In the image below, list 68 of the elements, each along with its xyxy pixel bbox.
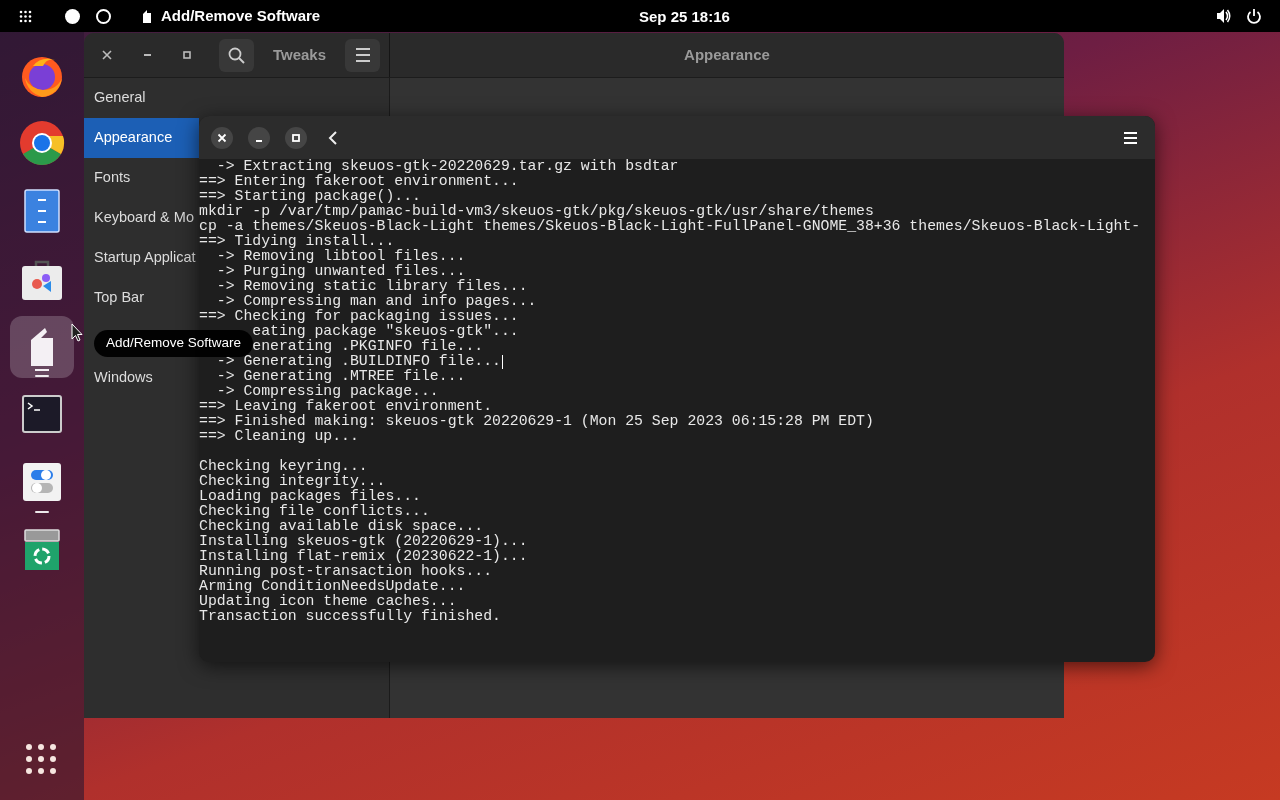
sidebar-item[interactable]: Keyboard & Mo: [84, 198, 199, 238]
log-line: ==> Checking for packaging issues...: [199, 309, 519, 324]
log-line: ==> Cleaning up...: [199, 429, 359, 444]
sidebar-item[interactable]: Windows: [84, 358, 199, 398]
log-line: ==> Starting package()...: [199, 189, 421, 204]
minimize-button[interactable]: [248, 126, 270, 149]
log-line: Updating icon theme caches...: [199, 594, 457, 609]
log-line: -> Removing static library files...: [215, 279, 528, 294]
log-line: Checking file conflicts...: [199, 504, 430, 519]
volume-icon[interactable]: [1216, 8, 1232, 24]
app-menu[interactable]: Add/Remove Software: [141, 4, 321, 28]
minimize-icon: [143, 54, 151, 56]
page-title: Appearance: [684, 44, 770, 65]
sidebar-item[interactable]: Appearance: [84, 118, 199, 158]
log-line: Transaction successfully finished.: [199, 609, 501, 624]
clock[interactable]: Sep 25 18:16: [639, 6, 730, 29]
dock-app-button[interactable]: [10, 316, 74, 378]
grid-icon: [19, 9, 32, 23]
minimize-icon: [256, 139, 262, 142]
menu-icon: [354, 47, 371, 63]
log-line: Checking keyring...: [199, 459, 368, 474]
log-line: cp -a themes/Skeuos-Black-Light themes/Skeuos-Black-Light-FullPanel-GNOME_38+36 themes/Skeuos-Black-Light-: [199, 219, 1141, 234]
log-line: Installing flat-remix (20230622-1)...: [199, 549, 528, 564]
activities-button[interactable]: [19, 9, 32, 23]
log-line: Arming ConditionNeedsUpdate...: [199, 579, 466, 594]
window-title: Tweaks: [271, 44, 328, 65]
log-line: ==> Leaving fakeroot environment.: [199, 399, 493, 414]
log-line: eating package "skeuos-gtk"...: [252, 324, 519, 339]
workspace-indicator[interactable]: [65, 8, 80, 24]
workspace-indicator[interactable]: [96, 8, 111, 24]
circle-logo-icon: [19, 119, 65, 167]
close-icon: [217, 132, 227, 143]
maximize-icon: [291, 132, 301, 143]
package-icon: [141, 8, 153, 24]
log-line: enerating .PKGINFO file...: [252, 339, 484, 354]
maximize-icon: [181, 49, 193, 61]
log-line: ==> Tidying install...: [199, 234, 395, 249]
search-icon: [228, 46, 245, 64]
log-line: Checking available disk space...: [199, 519, 484, 534]
menu-icon: [1122, 130, 1138, 145]
log-line: -> Generating .MTREE file...: [215, 369, 466, 384]
sidebar-item[interactable]: Fonts: [84, 158, 199, 198]
power-icon[interactable]: [1246, 8, 1262, 24]
search-button[interactable]: [219, 38, 254, 72]
running-indicator: [35, 375, 49, 377]
app-grid-icon: [26, 744, 56, 774]
log-line: mkdir -p /var/tmp/pamac-build-vm3/skeuos-gtk/pkg/skeuos-gtk/usr/share/themes: [199, 204, 874, 219]
log-line: -> Purging unwanted files...: [215, 264, 466, 279]
log-line: Running post-transaction hooks...: [199, 564, 493, 579]
log-line: -> Generating .BUILDINFO file...: [215, 354, 501, 369]
log-line: Loading packages files...: [199, 489, 421, 504]
log-line: -> Compressing package...: [215, 384, 439, 399]
sidebar-item[interactable]: Startup Applicat: [84, 238, 199, 278]
menu-button[interactable]: [345, 38, 380, 72]
log-line: -> Compressing man and info pages...: [215, 294, 537, 309]
sidebar-item[interactable]: Top Bar: [84, 278, 199, 318]
log-line: -> Extracting skeuos-gtk-20220629.tar.gz with bsdtar: [215, 159, 679, 174]
log-line: Checking integrity...: [199, 474, 386, 489]
log-line: ==> Finished making: skeuos-gtk 20220629-1 (Mon 25 Sep 2023 06:15:28 PM EDT): [199, 414, 874, 429]
running-indicator: [35, 511, 49, 513]
log-line: ==> Entering fakeroot environment...: [199, 174, 519, 189]
log-line: -> Removing libtool files...: [215, 249, 466, 264]
close-button[interactable]: [211, 126, 233, 149]
log-line: Installing skeuos-gtk (20220629-1)...: [199, 534, 528, 549]
maximize-button[interactable]: [285, 126, 307, 149]
show-apps-button[interactable]: [26, 744, 56, 774]
sidebar-item[interactable]: General: [84, 78, 199, 118]
close-icon: [101, 49, 113, 61]
